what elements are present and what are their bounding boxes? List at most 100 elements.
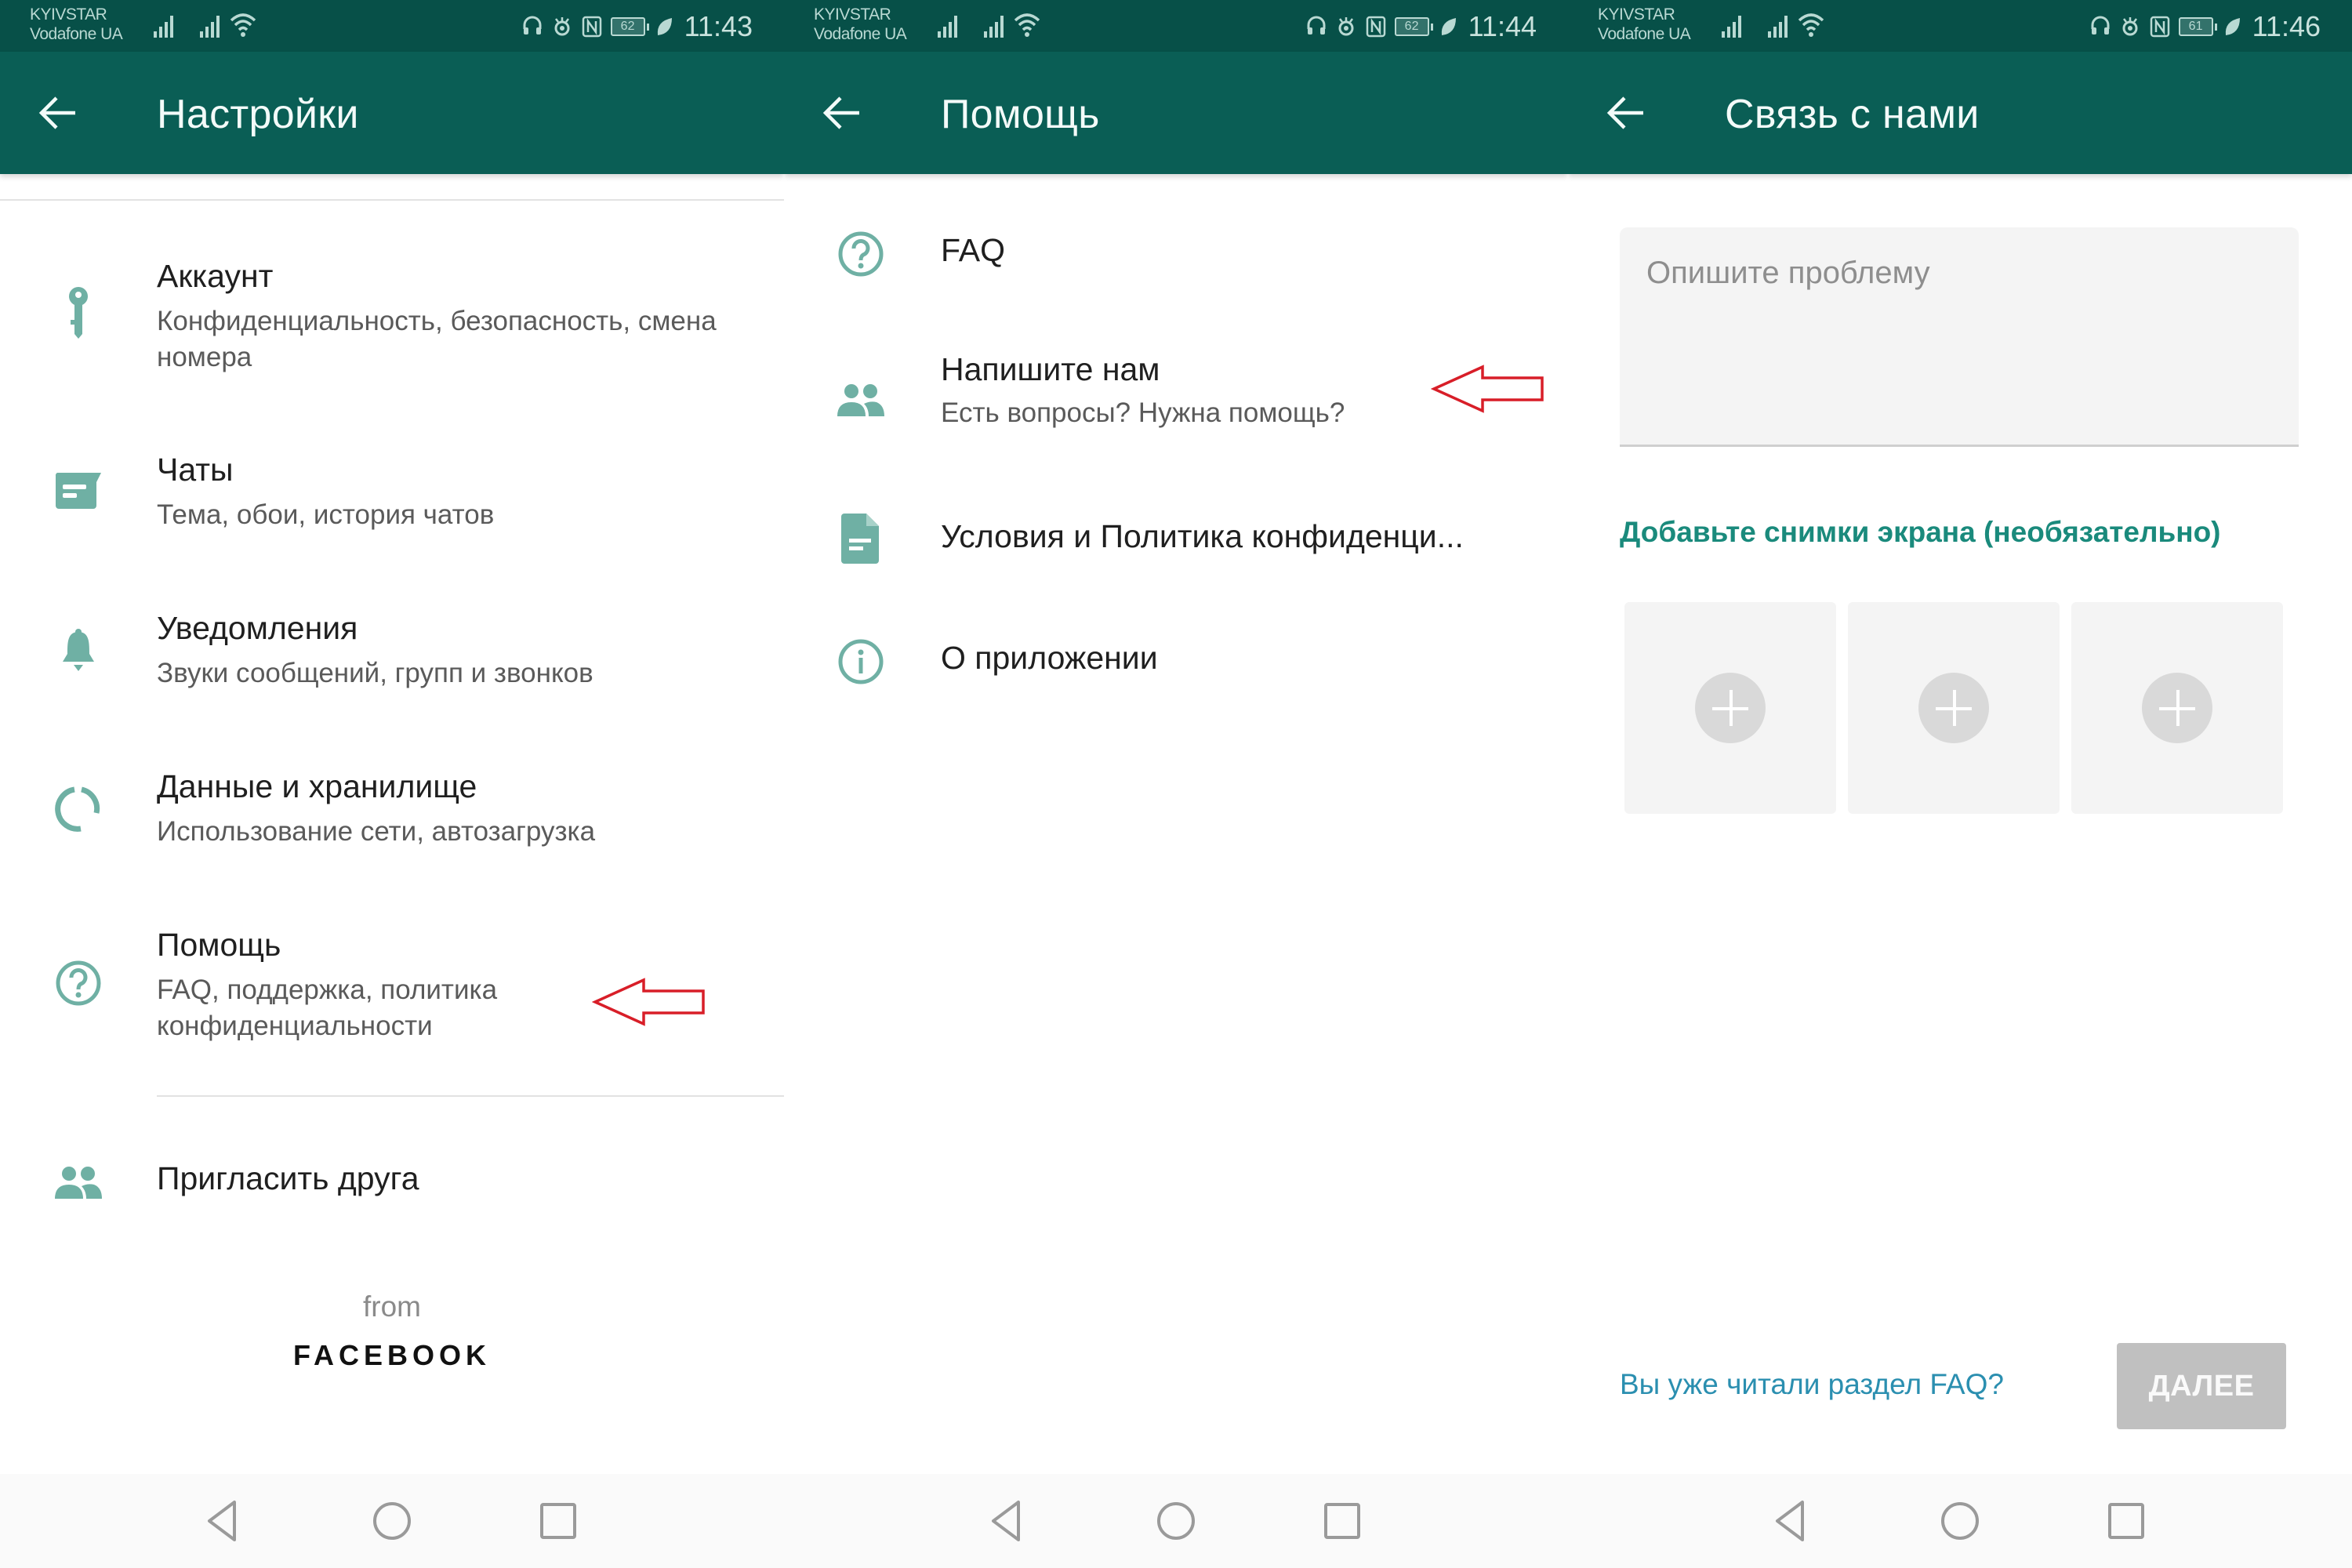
wifi-icon — [230, 13, 256, 37]
item-title: FAQ — [941, 232, 1006, 268]
battery-indicator: 61 — [2178, 17, 2217, 36]
page-title: Помощь — [941, 92, 1100, 137]
navigation-bar — [1568, 1474, 2352, 1568]
item-subtitle: FAQ, поддержка, политика конфиденциально… — [157, 975, 498, 1041]
settings-item-invite-friend[interactable]: Пригласить друга — [0, 1146, 784, 1225]
carrier-1: KYIVSTAR — [814, 5, 891, 24]
carrier-2: Vodafone UA — [30, 25, 123, 43]
carrier-2: Vodafone UA — [814, 25, 907, 43]
back-arrow-icon[interactable] — [1606, 94, 1646, 132]
back-arrow-icon[interactable] — [822, 94, 862, 132]
nav-recents-icon[interactable] — [1317, 1496, 1367, 1546]
status-time: 11:44 — [1468, 10, 1537, 42]
nfc-icon — [2150, 16, 2169, 38]
settings-item-notifications[interactable]: Уведомления Звуки сообщений, групп и зво… — [0, 599, 784, 724]
nav-back-icon[interactable] — [984, 1496, 1034, 1546]
red-annotation-arrow — [1431, 365, 1544, 413]
nav-back-icon[interactable] — [1768, 1496, 1818, 1546]
faq-link[interactable]: Вы уже читали раздел FAQ? — [1620, 1368, 2004, 1401]
item-subtitle: Конфиденциальность, безопасность, смена … — [157, 306, 717, 372]
power-saving-leaf-icon — [1441, 18, 1456, 35]
status-bar: KYIVSTAR Vodafone UA 62 11:44 — [784, 0, 1568, 52]
wifi-icon — [1014, 13, 1040, 37]
eye-comfort-icon — [554, 17, 570, 36]
help-item-about[interactable]: О приложении — [784, 619, 1568, 706]
carrier-2: Vodafone UA — [1598, 25, 1691, 43]
battery-indicator: 62 — [610, 17, 649, 36]
signal-icon — [984, 16, 1004, 38]
nfc-icon — [582, 16, 601, 38]
add-screenshot-slot-1[interactable] — [1624, 602, 1836, 814]
help-item-terms-privacy[interactable]: Условия и Политика конфиденци... — [784, 498, 1568, 584]
signal-icon — [154, 16, 173, 38]
from-label: from — [363, 1290, 421, 1323]
status-bar: KYIVSTAR Vodafone UA 62 11:43 — [0, 0, 784, 52]
item-subtitle: Звуки сообщений, групп и звонков — [157, 658, 593, 688]
item-subtitle: Использование сети, автозагрузка — [157, 816, 596, 847]
nav-home-icon[interactable] — [1151, 1496, 1201, 1546]
item-title: Аккаунт — [157, 258, 274, 294]
bell-icon — [45, 618, 111, 684]
navigation-bar — [0, 1474, 784, 1568]
help-icon — [828, 221, 894, 287]
divider — [157, 1095, 784, 1097]
item-title: О приложении — [941, 640, 1158, 676]
item-title: Данные и хранилище — [157, 768, 477, 804]
plus-icon — [1918, 673, 1989, 743]
contact-us-screen: KYIVSTAR Vodafone UA 61 11:46 Связь с на… — [1568, 0, 2352, 1568]
carrier-names: KYIVSTAR Vodafone UA — [814, 5, 907, 44]
page-title: Настройки — [157, 92, 359, 137]
app-bar: Настройки — [0, 52, 784, 174]
headset-icon — [2091, 16, 2110, 34]
settings-item-data-storage[interactable]: Данные и хранилище Использование сети, а… — [0, 757, 784, 883]
item-title: Помощь — [157, 927, 281, 963]
carrier-names: KYIVSTAR Vodafone UA — [30, 5, 123, 44]
key-icon — [45, 280, 111, 346]
power-saving-leaf-icon — [2225, 18, 2240, 35]
problem-description-input[interactable] — [1620, 227, 2299, 445]
plus-icon — [1695, 673, 1766, 743]
info-icon — [828, 629, 894, 695]
nav-home-icon[interactable] — [367, 1496, 417, 1546]
page-title: Связь с нами — [1725, 92, 1980, 137]
red-annotation-arrow — [592, 978, 705, 1026]
divider — [0, 199, 784, 201]
people-icon — [45, 1151, 111, 1217]
next-button[interactable]: ДАЛЕЕ — [2117, 1343, 2286, 1429]
signal-icon — [200, 16, 220, 38]
app-bar: Связь с нами — [1568, 52, 2352, 174]
problem-description-field[interactable] — [1620, 227, 2299, 447]
headset-icon — [523, 16, 542, 34]
eye-comfort-icon — [2122, 17, 2138, 36]
navigation-bar — [784, 1474, 1568, 1568]
add-screenshot-slot-3[interactable] — [2071, 602, 2283, 814]
item-subtitle: Есть вопросы? Нужна помощь? — [941, 397, 1345, 428]
item-title: Напишите нам — [941, 351, 1160, 387]
battery-indicator: 62 — [1394, 17, 1433, 36]
item-title: Пригласить друга — [157, 1160, 419, 1196]
status-time: 11:46 — [2252, 10, 2321, 42]
settings-screen: KYIVSTAR Vodafone UA 62 11:43 Настройки … — [0, 0, 784, 1568]
settings-item-account[interactable]: Аккаунт Конфиденциальность, безопасность… — [0, 247, 784, 404]
wifi-icon — [1798, 13, 1824, 37]
eye-comfort-icon — [1338, 17, 1354, 36]
app-bar: Помощь — [784, 52, 1568, 174]
help-icon — [45, 950, 111, 1016]
facebook-brand: FACEBOOK — [292, 1339, 491, 1371]
add-screenshot-slot-2[interactable] — [1848, 602, 2060, 814]
nav-back-icon[interactable] — [200, 1496, 250, 1546]
status-bar: KYIVSTAR Vodafone UA 61 11:46 — [1568, 0, 2352, 52]
back-arrow-icon[interactable] — [38, 94, 78, 132]
nav-recents-icon[interactable] — [533, 1496, 583, 1546]
settings-item-chats[interactable]: Чаты Тема, обои, история чатов — [0, 441, 784, 566]
item-subtitle: Тема, обои, история чатов — [157, 499, 495, 530]
power-saving-leaf-icon — [657, 18, 672, 35]
help-screen: KYIVSTAR Vodafone UA 62 11:44 Помощь FAQ — [784, 0, 1568, 1568]
status-time: 11:43 — [684, 10, 753, 42]
signal-icon — [938, 16, 957, 38]
signal-icon — [1768, 16, 1788, 38]
nav-recents-icon[interactable] — [2101, 1496, 2151, 1546]
carrier-1: KYIVSTAR — [1598, 5, 1675, 24]
nav-home-icon[interactable] — [1935, 1496, 1985, 1546]
help-item-faq[interactable]: FAQ — [784, 212, 1568, 298]
